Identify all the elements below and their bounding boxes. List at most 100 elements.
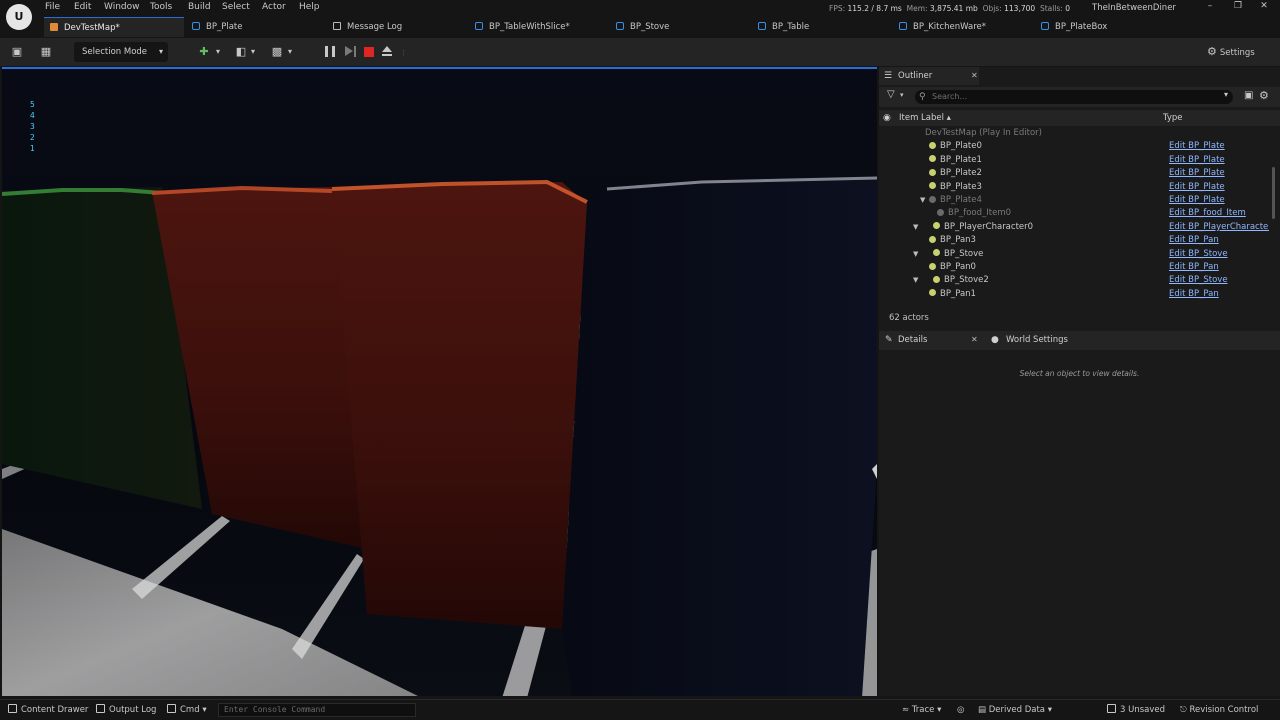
pause-button[interactable] (325, 46, 335, 57)
menu-tools[interactable]: Tools (150, 2, 172, 12)
step-frame-icon[interactable] (345, 46, 353, 56)
menu-help[interactable]: Help (299, 2, 320, 12)
edit-blueprint-link[interactable]: Edit BP_Pan (1169, 261, 1219, 274)
outliner-row[interactable]: ▼ BP_Plate4 Edit BP_Plate (879, 194, 1269, 207)
edit-blueprint-link[interactable]: Edit BP_PlayerCharacter (1169, 221, 1269, 234)
tab-message-log[interactable]: Message Log (333, 17, 463, 37)
actor-icon (929, 155, 936, 163)
column-item-label[interactable]: Item Label ▴ (899, 110, 951, 126)
restore-button[interactable]: ❐ (1231, 1, 1245, 11)
outliner-tab[interactable]: ☰ Outliner ✕ (879, 67, 979, 85)
tab-bp-table[interactable]: BP_Table (758, 17, 888, 37)
minimize-button[interactable]: – (1203, 1, 1217, 11)
content-drawer-button[interactable]: Content Drawer (8, 704, 88, 716)
console-command-input[interactable]: Enter Console Command (218, 703, 416, 717)
column-type[interactable]: Type (1163, 110, 1183, 126)
eject-icon[interactable] (381, 45, 393, 57)
outliner-row-label: BP_PlayerCharacter0 (933, 221, 1033, 234)
edit-blueprint-link[interactable]: Edit BP_Stove (1169, 248, 1228, 261)
globe-icon: ● (991, 335, 999, 345)
output-log-button[interactable]: Output Log (96, 704, 156, 716)
menu-build[interactable]: Build (188, 2, 211, 12)
cmd-dropdown[interactable]: Cmd ▾ (167, 704, 207, 716)
cinematics-icon[interactable]: ▩ (270, 45, 284, 59)
edit-blueprint-link[interactable]: Edit BP_Pan (1169, 234, 1219, 247)
unsaved-button[interactable]: 3 Unsaved (1107, 704, 1165, 716)
edit-blueprint-link[interactable]: Edit BP_Plate (1169, 167, 1225, 180)
outliner-scrollbar[interactable] (1272, 167, 1275, 219)
menu-file[interactable]: File (45, 2, 60, 12)
tab-bp-tablewithslice[interactable]: BP_TableWithSlice* (475, 17, 605, 37)
edit-blueprint-link[interactable]: Edit BP_Plate (1169, 194, 1225, 207)
outliner-row[interactable]: BP_food_Item0 Edit BP_food_Item (879, 207, 1269, 220)
edit-blueprint-link[interactable]: Edit BP_Stove (1169, 274, 1228, 287)
outliner-row[interactable]: BP_Plate2 Edit BP_Plate (879, 167, 1269, 180)
close-window-button[interactable]: ✕ (1257, 1, 1271, 11)
chevron-down-icon[interactable]: ▾ (900, 91, 904, 99)
add-folder-icon[interactable]: ▣ (1244, 90, 1253, 101)
edit-blueprint-link[interactable]: Edit BP_Pan (1169, 288, 1219, 301)
derived-data-dropdown[interactable]: ▤ Derived Data ▾ (978, 704, 1052, 716)
selection-mode-dropdown[interactable]: Selection Mode ▾ (74, 42, 168, 62)
gear-icon[interactable]: ⚙ (1259, 89, 1269, 102)
save-icon[interactable]: ▣ (10, 45, 24, 59)
revision-control-button[interactable]: ⎋ Revision Control (1180, 704, 1258, 716)
outliner-row[interactable]: BP_Plate3 Edit BP_Plate (879, 181, 1269, 194)
outliner-row[interactable]: ▼ BP_Stove Edit BP_Stove (879, 248, 1269, 261)
outliner-search-input[interactable]: ⚲ Search... (915, 90, 1233, 104)
edit-blueprint-link[interactable]: Edit BP_Plate (1169, 154, 1225, 167)
tab-bp-plate[interactable]: BP_Plate (192, 17, 322, 37)
edit-blueprint-link[interactable]: Edit BP_Plate (1169, 140, 1225, 153)
outliner-row[interactable]: DevTestMap (Play In Editor) (879, 127, 1269, 140)
content-browser-icon[interactable]: ▦ (39, 45, 53, 59)
tab-bp-platebox[interactable]: BP_PlateBox (1041, 17, 1171, 37)
tab-devtestmap[interactable]: DevTestMap* (44, 17, 184, 37)
edit-blueprint-link[interactable]: Edit BP_Plate (1169, 181, 1225, 194)
outliner-row[interactable]: BP_Plate1 Edit BP_Plate (879, 154, 1269, 167)
tab-details[interactable]: Details (898, 331, 927, 349)
settings-button[interactable]: ⚙ Settings (1207, 44, 1255, 61)
outliner-row[interactable]: BP_Pan0 Edit BP_Pan (879, 261, 1269, 274)
outliner-row[interactable]: BP_Pan1 Edit BP_Pan (879, 288, 1269, 301)
outliner-row-label: BP_Plate3 (929, 181, 982, 194)
close-icon[interactable]: ✕ (971, 67, 978, 85)
expand-arrow-icon[interactable]: ▼ (913, 221, 918, 234)
stop-button[interactable] (364, 46, 374, 57)
expand-arrow-icon[interactable]: ▼ (920, 194, 925, 207)
chevron-down-icon[interactable]: ▾ (1224, 90, 1228, 99)
outliner-row-label: BP_Pan1 (929, 288, 976, 301)
options-handle-icon[interactable]: ⋮ (400, 46, 407, 58)
menu-window[interactable]: Window (104, 2, 140, 12)
actor-label: BP_Stove2 (944, 275, 989, 286)
menu-actor[interactable]: Actor (262, 2, 286, 12)
unreal-logo[interactable]: U (6, 4, 32, 30)
filter-icon[interactable]: ▽ (887, 89, 895, 100)
chevron-down-icon[interactable]: ▾ (246, 45, 260, 59)
actor-icon (929, 141, 936, 149)
outliner-row-label: BP_Plate0 (929, 140, 982, 153)
tab-world-settings[interactable]: World Settings (1006, 331, 1068, 349)
tab-bp-kitchenware[interactable]: BP_KitchenWare* (899, 17, 1029, 37)
selection-mode-label: Selection Mode (82, 47, 148, 57)
eye-icon[interactable]: ◉ (883, 110, 891, 126)
close-icon[interactable]: ✕ (971, 331, 978, 349)
outliner-row[interactable]: BP_Plate0 Edit BP_Plate (879, 140, 1269, 153)
expand-arrow-icon[interactable]: ▼ (913, 248, 918, 261)
menu-edit[interactable]: Edit (74, 2, 91, 12)
chevron-down-icon[interactable]: ▾ (211, 45, 225, 59)
outliner-row[interactable]: ▼ BP_PlayerCharacter0 Edit BP_PlayerCharac… (879, 221, 1269, 234)
level-viewport[interactable]: 5 4 3 2 1 (2, 67, 877, 696)
outliner-row[interactable]: BP_Pan3 Edit BP_Pan (879, 234, 1269, 247)
details-empty-message: Select an object to view details. (1019, 369, 1140, 378)
menu-select[interactable]: Select (222, 2, 250, 12)
tab-bp-stove[interactable]: BP_Stove (616, 17, 746, 37)
expand-arrow-icon[interactable]: ▼ (913, 274, 918, 287)
edit-blueprint-link[interactable]: Edit BP_food_Item (1169, 207, 1246, 220)
outliner-row[interactable]: ▼ BP_Stove2 Edit BP_Stove (879, 274, 1269, 287)
record-icon[interactable]: ◎ (957, 704, 964, 716)
add-actor-icon[interactable]: ✚ (197, 45, 211, 59)
trace-dropdown[interactable]: ≈ Trace ▾ (902, 704, 941, 716)
search-icon: ⚲ (919, 92, 926, 102)
fps-value: 115.2 (847, 4, 869, 13)
chevron-down-icon[interactable]: ▾ (283, 45, 297, 59)
